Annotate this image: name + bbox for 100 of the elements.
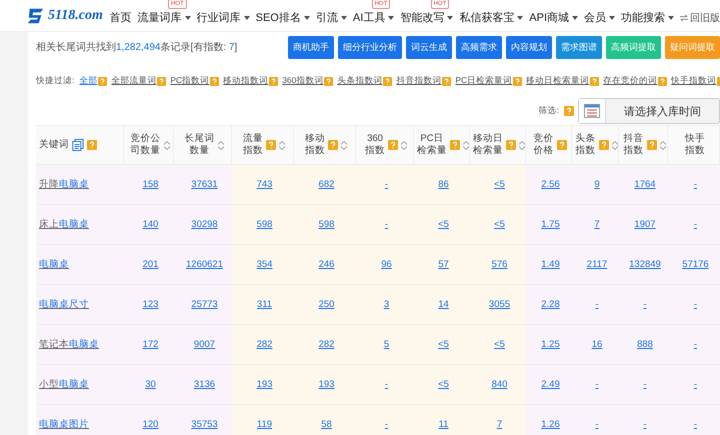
value-link[interactable]: 840 — [492, 379, 508, 390]
value-link[interactable]: <5 — [438, 219, 449, 230]
value-link[interactable]: 30298 — [191, 219, 218, 230]
help-icon[interactable] — [157, 76, 166, 86]
sort-icon[interactable] — [341, 140, 348, 150]
filter-link[interactable]: 存在竞价的词 — [603, 75, 658, 87]
help-icon[interactable] — [564, 106, 574, 116]
filter-link[interactable]: PC日检索量词 — [455, 75, 512, 87]
value-link[interactable]: 25773 — [191, 299, 218, 310]
value-link[interactable]: 86 — [438, 179, 449, 190]
value-link[interactable]: 57176 — [682, 259, 709, 270]
value-link[interactable]: - — [694, 339, 698, 350]
filter-link[interactable]: 头条指数词 — [337, 75, 382, 87]
value-link[interactable]: 193 — [256, 379, 272, 390]
filter-link[interactable]: 移动指数词 — [223, 75, 268, 87]
value-link[interactable]: 354 — [256, 259, 272, 270]
help-icon[interactable] — [266, 140, 276, 150]
value-link[interactable]: - — [384, 179, 388, 190]
help-icon[interactable] — [590, 76, 600, 86]
value-link[interactable]: 16 — [592, 339, 602, 350]
help-icon[interactable] — [328, 140, 338, 150]
action-button[interactable]: 细分行业分析 — [338, 36, 402, 58]
logo-text[interactable]: 5118.com — [48, 8, 103, 24]
nav-menu-item[interactable]: 流量词库 — [138, 10, 191, 25]
value-link[interactable]: 1.75 — [541, 219, 560, 230]
value-link[interactable]: - — [384, 379, 388, 390]
action-button[interactable]: 高频词提取 — [606, 36, 661, 58]
help-icon[interactable] — [210, 76, 220, 86]
help-icon[interactable] — [658, 76, 668, 86]
document-icon[interactable] — [72, 139, 84, 151]
value-link[interactable]: - — [694, 379, 698, 390]
value-link[interactable]: - — [694, 179, 698, 190]
nav-menu-item[interactable]: SEO排名 — [256, 10, 310, 25]
value-link[interactable]: 37631 — [191, 179, 218, 190]
value-link[interactable]: 743 — [256, 179, 272, 190]
value-link[interactable]: 5 — [384, 339, 390, 350]
value-link[interactable]: - — [694, 419, 698, 430]
help-icon[interactable] — [442, 76, 452, 86]
value-link[interactable]: 9 — [594, 179, 600, 190]
value-link[interactable]: 132849 — [629, 259, 661, 270]
sort-icon[interactable] — [164, 140, 170, 150]
value-link[interactable]: 158 — [142, 179, 158, 190]
value-link[interactable]: 311 — [256, 299, 272, 310]
date-picker[interactable]: 请选择入库时间 — [578, 98, 720, 124]
sort-icon[interactable] — [218, 140, 224, 150]
value-link[interactable]: 57 — [438, 259, 449, 270]
filter-link[interactable]: 全部 — [79, 75, 98, 87]
value-link[interactable]: - — [384, 419, 388, 430]
value-link[interactable]: 201 — [142, 259, 158, 270]
value-link[interactable]: 96 — [381, 259, 392, 270]
value-link[interactable]: 282 — [318, 339, 334, 350]
value-link[interactable]: 576 — [492, 259, 508, 270]
value-link[interactable]: 1260621 — [186, 259, 223, 270]
value-link[interactable]: 58 — [321, 419, 332, 430]
filter-link[interactable]: 抖音指数词 — [396, 75, 442, 87]
value-link[interactable]: <5 — [494, 179, 505, 190]
nav-menu-item[interactable]: AI工具 — [352, 10, 394, 25]
value-link[interactable]: 14 — [438, 299, 449, 310]
value-link[interactable]: - — [384, 219, 388, 230]
help-icon[interactable] — [98, 76, 108, 86]
value-link[interactable]: 2.28 — [541, 299, 560, 310]
nav-menu-item[interactable]: 智能改写 — [400, 10, 454, 25]
sort-icon[interactable] — [463, 140, 470, 150]
help-icon[interactable] — [269, 76, 278, 86]
value-link[interactable]: 598 — [318, 219, 334, 230]
action-button[interactable]: 疑问词提取 — [665, 36, 720, 58]
value-link[interactable]: - — [643, 379, 647, 390]
filter-link[interactable]: 360指数词 — [282, 75, 324, 87]
value-link[interactable]: 11 — [438, 419, 448, 430]
nav-menu-item[interactable]: 行业词库 — [196, 10, 250, 25]
value-link[interactable]: 3 — [384, 299, 390, 310]
help-icon[interactable] — [646, 140, 657, 150]
value-link[interactable]: 140 — [142, 219, 158, 230]
value-link[interactable]: - — [595, 379, 599, 390]
value-link[interactable]: - — [595, 299, 599, 310]
help-icon[interactable] — [450, 140, 460, 150]
value-link[interactable]: 193 — [318, 379, 334, 390]
help-icon[interactable] — [598, 140, 609, 150]
value-link[interactable]: - — [643, 419, 647, 430]
value-link[interactable]: 7 — [594, 219, 600, 230]
nav-menu-item[interactable]: 功能搜索 — [621, 10, 674, 25]
value-link[interactable]: 30 — [145, 379, 156, 390]
action-button[interactable]: 需求图谱 — [556, 36, 602, 58]
nav-menu-item[interactable]: API商城 — [529, 10, 578, 25]
value-link[interactable]: - — [694, 219, 698, 230]
value-link[interactable]: 35753 — [191, 419, 218, 430]
sort-icon[interactable] — [660, 140, 666, 150]
value-link[interactable]: 119 — [256, 419, 272, 430]
value-link[interactable]: 1907 — [634, 219, 656, 230]
value-link[interactable]: 7 — [496, 419, 502, 430]
value-link[interactable]: 123 — [142, 299, 158, 310]
keyword-link[interactable]: 床上电脑桌 — [39, 218, 89, 231]
value-link[interactable]: 120 — [142, 419, 158, 430]
value-link[interactable]: 2.56 — [541, 179, 560, 190]
value-link[interactable]: <5 — [494, 339, 505, 350]
value-link[interactable]: 2.49 — [541, 379, 560, 390]
help-icon[interactable] — [324, 76, 334, 86]
nav-menu-item[interactable]: 引流 — [316, 10, 347, 25]
help-icon[interactable] — [506, 140, 516, 150]
nav-menu-item[interactable]: 首页 — [110, 10, 132, 25]
